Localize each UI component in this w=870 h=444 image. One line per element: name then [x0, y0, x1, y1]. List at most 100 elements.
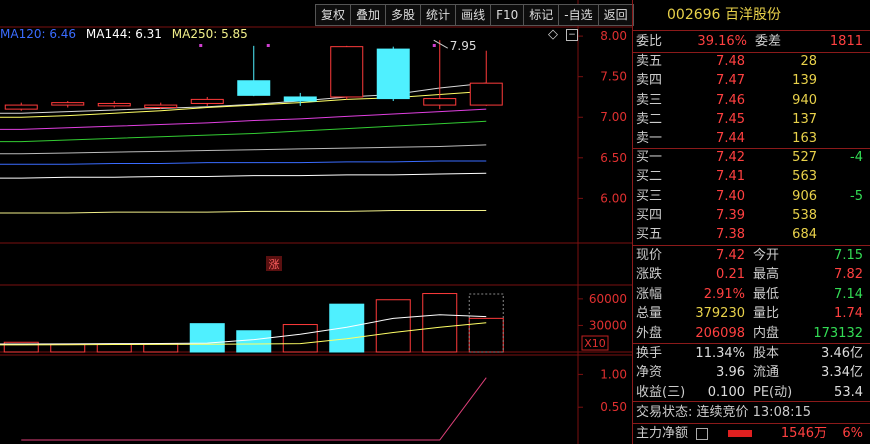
fundamental-label: 股本 [753, 346, 780, 361]
sell-level-row[interactable]: 卖三 7.46 940 [633, 91, 869, 110]
ma144-legend: MA144: 6.31 [85, 27, 162, 41]
main-flow-label: 主力净额 [636, 426, 689, 441]
buy-level-row[interactable]: 买三 7.40 906 -5 [633, 187, 869, 206]
toolbar-f10-button[interactable]: F10 [490, 4, 525, 26]
buy-level-row[interactable]: 买二 7.41 563 [633, 167, 869, 186]
toolbar-multi-stock-button[interactable]: 多股 [385, 4, 422, 26]
ma250-legend: MA250: 5.85 [171, 27, 248, 41]
candle-body [423, 98, 457, 106]
fundamental-row: 换手 11.34% 股本 3.46亿 [633, 344, 869, 363]
weicha-value: 1811 [829, 34, 863, 49]
quote-stat-row: 涨幅 2.91% 最低 7.14 [633, 285, 869, 304]
volume-bar [96, 343, 132, 353]
fundamental-value: 53.4 [834, 384, 863, 400]
buy-level-volume: 563 [792, 169, 817, 185]
volume-bar [422, 293, 458, 353]
main-flow-bar [728, 430, 752, 437]
diamond-icon[interactable]: ◇ [548, 27, 558, 42]
candle-body [330, 46, 364, 98]
buy-level-row[interactable]: 买五 7.38 684 [633, 225, 869, 244]
volume-tick-label: 60000 [589, 292, 627, 306]
sell-level-label: 卖二 [636, 111, 663, 127]
buy-level-change: -4 [850, 150, 863, 165]
fundamental-label: PE(动) [753, 384, 793, 400]
y-tick-label: 6.00 [600, 191, 627, 205]
stat-value: 173132 [813, 325, 863, 341]
indicator-tick-label: 1.00 [600, 367, 627, 381]
trade-status: 交易状态: 连续竞价 13:08:15 [633, 403, 869, 422]
toolbar-overlay-button[interactable]: 叠加 [350, 4, 387, 26]
sell-level-volume: 137 [792, 111, 817, 127]
candle-body [97, 102, 131, 107]
buy-level-price: 7.40 [716, 188, 745, 204]
sell-level-volume: 139 [792, 73, 817, 89]
weicha-label: 委差 [755, 34, 782, 49]
sell-level-row[interactable]: 卖二 7.45 137 [633, 110, 869, 129]
stat-value: 206098 [695, 325, 745, 341]
volume-bar [189, 323, 225, 353]
moving-average-line [0, 144, 487, 155]
fundamental-value: 3.46亿 [821, 346, 863, 361]
sell-level-price: 7.48 [716, 54, 745, 69]
buy-level-row[interactable]: 买四 7.39 538 [633, 206, 869, 225]
buy-level-volume: 538 [792, 207, 817, 223]
stat-value: 379230 [695, 306, 745, 322]
y-tick-label: 6.50 [600, 151, 627, 165]
indicator-line [21, 377, 487, 441]
candlestick-chart[interactable]: 8.00 7.50 7.00 6.50 6.00 7.95 涨 60000 30000 X10 1.… [0, 0, 632, 444]
sell-level-volume: 163 [792, 131, 817, 147]
indicator-tick-label: 0.50 [600, 400, 627, 414]
stock-name: 百洋股份 [725, 7, 781, 23]
fundamental-row: 净资 3.96 流通 3.34亿 [633, 363, 869, 382]
stat-label: 涨幅 [636, 286, 663, 302]
moving-average-line [0, 120, 487, 143]
candle-body [144, 104, 178, 109]
y-tick-label: 7.00 [600, 110, 627, 124]
candle-body [4, 104, 38, 110]
moving-average-line [0, 172, 487, 179]
stock-code: 002696 [667, 7, 721, 23]
stat-value: 7.14 [834, 286, 863, 302]
sell-level-volume: 940 [792, 92, 817, 108]
toolbar-draw-button[interactable]: 画线 [455, 4, 492, 26]
buy-level-label: 买二 [636, 169, 663, 185]
buy-level-label: 买一 [636, 150, 663, 165]
candle-body [190, 98, 224, 104]
buy-level-row[interactable]: 买一 7.42 527 -4 [633, 148, 869, 167]
stat-label: 总量 [636, 306, 663, 322]
buy-level-volume: 684 [792, 227, 817, 243]
buy-level-volume: 527 [792, 150, 817, 165]
sell-level-row[interactable]: 卖四 7.47 139 [633, 71, 869, 90]
candle-body [51, 102, 85, 106]
fundamental-value: 11.34% [695, 346, 745, 361]
quote-stat-row: 现价 7.42 今开 7.15 [633, 246, 869, 265]
trade-status-text: 交易状态: 连续竞价 13:08:15 [636, 405, 812, 420]
stat-label: 最低 [753, 286, 780, 302]
stat-label: 外盘 [636, 325, 663, 341]
volume-unit-label: X10 [584, 337, 606, 350]
sell-level-row[interactable]: 卖五 7.48 28 [633, 52, 869, 71]
buy-level-label: 买五 [636, 227, 663, 243]
stat-label: 内盘 [753, 325, 780, 341]
volume-bar [329, 303, 365, 353]
toolbar-remove-watchlist-button[interactable]: -自选 [558, 4, 599, 26]
toolbar-mark-button[interactable]: 标记 [523, 4, 560, 26]
buy-level-price: 7.38 [716, 227, 745, 243]
toolbar-fuquan-button[interactable]: 复权 [315, 4, 352, 26]
stat-label: 最高 [753, 267, 780, 283]
toolbar-stats-button[interactable]: 统计 [420, 4, 457, 26]
quote-stat-row: 涨跌 0.21 最高 7.82 [633, 265, 869, 284]
collapse-icon[interactable]: − [566, 29, 578, 41]
sell-level-label: 卖一 [636, 131, 663, 147]
sell-level-price: 7.45 [716, 111, 745, 127]
main-flow-icon[interactable] [696, 428, 708, 440]
buy-level-volume: 906 [792, 188, 817, 204]
weibi-value: 39.16% [697, 34, 747, 49]
sell-level-price: 7.44 [716, 131, 745, 147]
volume-bar [282, 324, 318, 353]
toolbar-back-button[interactable]: 返回 [597, 4, 634, 26]
sell-level-row[interactable]: 卖一 7.44 163 [633, 129, 869, 148]
quote-panel: 002696 百洋股份 委比 39.16% 委差 1811 交易状态: 连续竞价… [632, 0, 870, 444]
stat-value: 1.74 [834, 306, 863, 322]
sell-level-label: 卖五 [636, 54, 663, 69]
